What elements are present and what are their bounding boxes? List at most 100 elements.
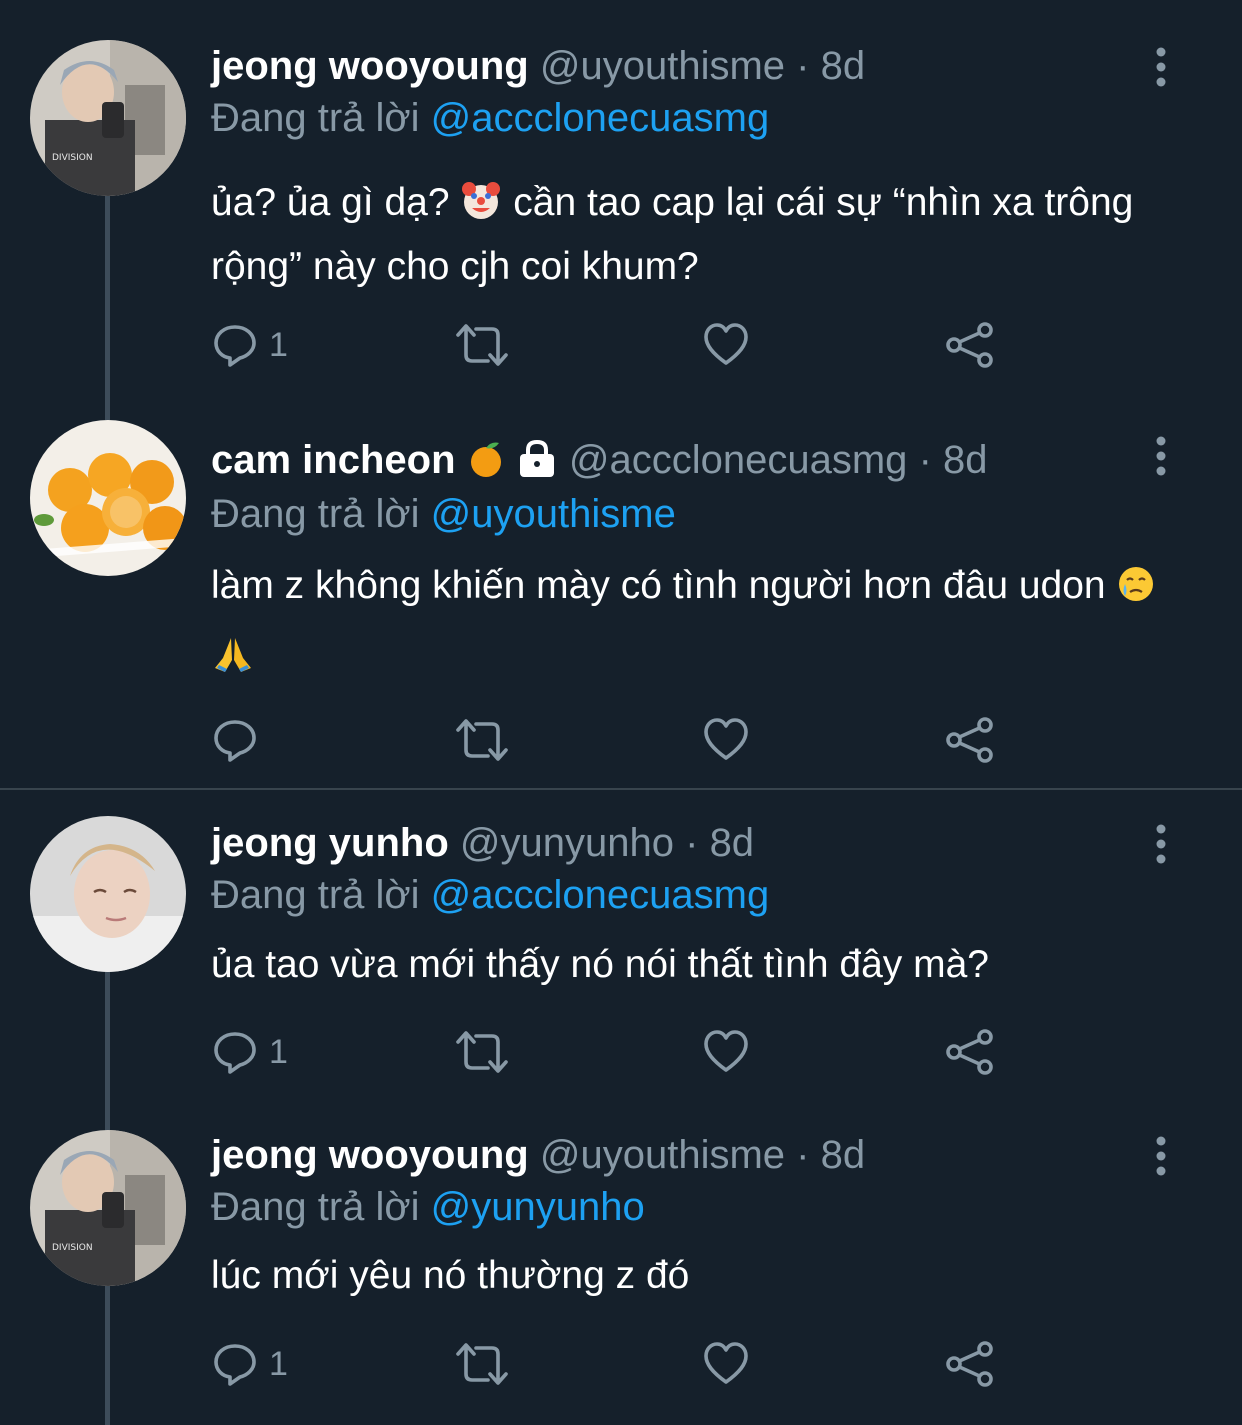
reply-icon [211, 716, 259, 764]
separator-dot: · [796, 44, 810, 88]
separator-dot: · [685, 821, 699, 865]
retweet-button[interactable] [452, 1027, 512, 1077]
like-icon [702, 321, 750, 369]
replying-to-mention[interactable]: @uyouthisme [431, 492, 676, 536]
user-handle[interactable]: @uyouthisme [540, 44, 785, 88]
tweet-header: cam incheon @accclonecuasmg · 8d [211, 434, 988, 492]
reply-count: 1 [269, 325, 288, 364]
retweet-icon [452, 1340, 512, 1388]
share-button[interactable] [944, 1339, 996, 1389]
replying-to-label: Đang trả lời [211, 96, 420, 140]
user-handle[interactable]: @uyouthisme [540, 1133, 785, 1177]
avatar[interactable] [30, 816, 186, 972]
tweet-header: jeong wooyoung @uyouthisme · 8d [211, 1129, 865, 1181]
timestamp[interactable]: 8d [821, 1133, 866, 1177]
like-icon [702, 1028, 750, 1076]
tweet-text-part: làm z không khiến mày có tình người hơn … [211, 564, 1106, 607]
display-name[interactable]: jeong wooyoung [211, 1133, 529, 1177]
tweet[interactable]: cam incheon @accclonecuasmg · 8d Đang tr… [0, 400, 1242, 788]
display-name[interactable]: jeong wooyoung [211, 44, 529, 88]
folded-hands-icon [211, 630, 255, 694]
replying-to-mention[interactable]: @accclonecuasmg [431, 873, 770, 917]
reply-icon [211, 1028, 259, 1076]
svg-text:DIVISION: DIVISION [52, 1243, 93, 1253]
share-button[interactable] [944, 1027, 996, 1077]
reply-icon [211, 321, 259, 369]
display-name[interactable]: cam incheon [211, 438, 456, 482]
retweet-button[interactable] [452, 715, 512, 765]
replying-to: Đang trả lời @yunyunho [211, 1181, 645, 1233]
tangerine-icon [467, 439, 505, 492]
thread-connector-line [105, 195, 110, 420]
replying-to: Đang trả lời @accclonecuasmg [211, 869, 769, 921]
action-bar: 1 [211, 1339, 1031, 1389]
share-icon [944, 716, 996, 764]
more-icon[interactable] [1146, 824, 1176, 864]
more-icon[interactable] [1146, 47, 1176, 87]
like-button[interactable] [702, 1339, 750, 1389]
tweet[interactable]: DIVISION jeong wooyoung @uyouthisme · 8d… [0, 0, 1242, 420]
tweet[interactable]: jeong yunho @yunyunho · 8d Đang trả lời … [0, 790, 1242, 1132]
user-handle[interactable]: @accclonecuasmg [569, 438, 908, 482]
more-icon[interactable] [1146, 1136, 1176, 1176]
reply-button[interactable] [211, 715, 269, 765]
timestamp[interactable]: 8d [821, 44, 866, 88]
tweet-text-part: ủa tao vừa mới thấy nó nói thất tình đây… [211, 943, 989, 986]
share-button[interactable] [944, 715, 996, 765]
tweet-text: ủa? ủa gì dạ? cần tao cap lại cái sự “nh… [211, 174, 1171, 296]
clown-face-icon [460, 179, 502, 238]
tweet-header: jeong wooyoung @uyouthisme · 8d [211, 40, 865, 92]
share-button[interactable] [944, 320, 996, 370]
replying-to-label: Đang trả lời [211, 1185, 420, 1229]
like-button[interactable] [702, 715, 750, 765]
reply-button[interactable]: 1 [211, 1027, 288, 1077]
tweet-text-part: ủa? ủa gì dạ? [211, 181, 450, 224]
replying-to-mention[interactable]: @yunyunho [431, 1185, 645, 1229]
display-name[interactable]: jeong yunho [211, 821, 449, 865]
action-bar: 1 [211, 320, 1031, 370]
share-icon [944, 321, 996, 369]
crying-face-icon [1116, 560, 1156, 624]
retweet-button[interactable] [452, 1339, 512, 1389]
timestamp[interactable]: 8d [710, 821, 755, 865]
avatar[interactable] [30, 420, 186, 576]
reply-count: 1 [269, 1344, 288, 1383]
tweet[interactable]: DIVISION jeong wooyoung @uyouthisme · 8d… [0, 1110, 1242, 1425]
share-icon [944, 1028, 996, 1076]
action-bar [211, 715, 1031, 765]
separator-dot: · [918, 438, 932, 482]
thread-connector-line [105, 1286, 110, 1425]
tweet-text: làm z không khiến mày có tình người hơn … [211, 554, 1171, 694]
avatar[interactable]: DIVISION [30, 1130, 186, 1286]
thread-connector-line [105, 972, 110, 1132]
separator-dot: · [796, 1133, 810, 1177]
tweet-header: jeong yunho @yunyunho · 8d [211, 817, 754, 869]
retweet-icon [452, 716, 512, 764]
reply-button[interactable]: 1 [211, 1339, 288, 1389]
svg-text:DIVISION: DIVISION [52, 153, 93, 163]
replying-to-label: Đang trả lời [211, 492, 420, 536]
tweet-text: ủa tao vừa mới thấy nó nói thất tình đây… [211, 936, 1171, 994]
replying-to-label: Đang trả lời [211, 873, 420, 917]
like-button[interactable] [702, 1027, 750, 1077]
reply-icon [211, 1340, 259, 1388]
action-bar: 1 [211, 1027, 1031, 1077]
retweet-icon [452, 321, 512, 369]
replying-to: Đang trả lời @accclonecuasmg [211, 92, 769, 144]
tweet-text-part: lúc mới yêu nó thường z đó [211, 1254, 690, 1297]
share-icon [944, 1340, 996, 1388]
timestamp[interactable]: 8d [943, 438, 988, 482]
like-icon [702, 716, 750, 764]
more-icon[interactable] [1146, 436, 1176, 476]
lock-icon [516, 439, 558, 492]
retweet-button[interactable] [452, 320, 512, 370]
tweet-text: lúc mới yêu nó thường z đó [211, 1247, 1171, 1305]
user-handle[interactable]: @yunyunho [460, 821, 674, 865]
like-button[interactable] [702, 320, 750, 370]
reply-count: 1 [269, 1032, 288, 1071]
reply-button[interactable]: 1 [211, 320, 288, 370]
replying-to-mention[interactable]: @accclonecuasmg [431, 96, 770, 140]
replying-to: Đang trả lời @uyouthisme [211, 488, 676, 540]
avatar[interactable]: DIVISION [30, 40, 186, 196]
retweet-icon [452, 1028, 512, 1076]
